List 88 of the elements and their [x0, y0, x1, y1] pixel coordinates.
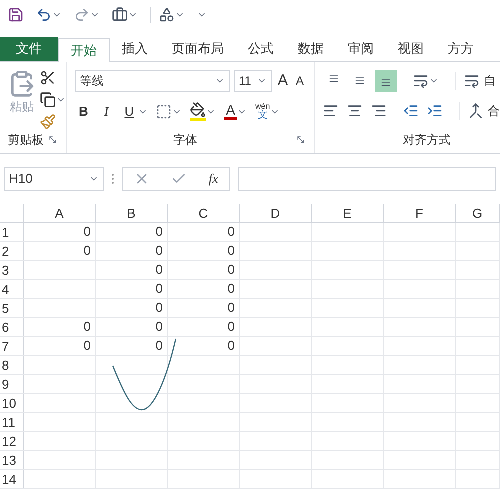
table-cell: 0: [156, 338, 163, 353]
table-cell: 0: [156, 224, 163, 239]
group-label: 字体: [174, 132, 198, 149]
group-label: 剪贴板: [8, 132, 44, 149]
scissors-icon[interactable]: [40, 70, 56, 86]
decrease-indent-icon[interactable]: [403, 103, 420, 119]
table-cell: 0: [228, 300, 235, 315]
orientation-icon[interactable]: [413, 73, 430, 89]
column-header[interactable]: B: [96, 204, 168, 222]
increase-indent-icon[interactable]: [427, 103, 444, 119]
row-header[interactable]: 6: [0, 318, 24, 336]
shapes-icon[interactable]: [159, 7, 175, 23]
grow-font-button[interactable]: A: [276, 70, 290, 92]
table-cell: 0: [228, 262, 235, 277]
table-cell: 0: [156, 300, 163, 315]
row-header[interactable]: 14: [0, 470, 24, 488]
vertical-align-button[interactable]: [375, 70, 398, 92]
wrap-text-label[interactable]: 自: [484, 72, 496, 90]
row-header[interactable]: 11: [0, 413, 24, 431]
dialog-launcher-icon[interactable]: [48, 135, 58, 145]
ribbon-tab[interactable]: 开始: [58, 38, 110, 62]
row-header[interactable]: 13: [0, 451, 24, 469]
font-name-field[interactable]: 等线: [75, 70, 230, 92]
underline-button[interactable]: U: [120, 102, 138, 122]
fill-color-icon[interactable]: [190, 102, 206, 118]
insert-function-button[interactable]: fx: [208, 169, 218, 189]
column-header[interactable]: E: [312, 204, 384, 222]
table-cell: 0: [156, 319, 163, 334]
undo-icon[interactable]: [36, 7, 52, 23]
column-header[interactable]: G: [456, 204, 500, 222]
ribbon-tab[interactable]: 视图: [386, 37, 436, 61]
row-header[interactable]: 2: [0, 242, 24, 260]
row-header[interactable]: 1: [0, 223, 24, 241]
align-right-icon[interactable]: [371, 103, 388, 119]
table-cell: 0: [228, 243, 235, 258]
redo-icon[interactable]: [74, 7, 90, 23]
column-header[interactable]: A: [24, 204, 96, 222]
column-header[interactable]: C: [168, 204, 240, 222]
ribbon-tab[interactable]: 页面布局: [160, 37, 236, 61]
table-cell: 0: [84, 224, 91, 239]
save-icon[interactable]: [8, 7, 24, 23]
paintbrush-icon[interactable]: [40, 114, 56, 130]
row-header[interactable]: 3: [0, 261, 24, 279]
table-cell: 0: [156, 243, 163, 258]
phonetic-label[interactable]: wén: [255, 102, 270, 110]
formula-input[interactable]: [238, 167, 496, 191]
group-label: 对齐方式: [402, 132, 452, 149]
row-header[interactable]: 4: [0, 280, 24, 298]
shrink-font-button[interactable]: A: [294, 72, 306, 90]
table-cell: 0: [84, 243, 91, 258]
ribbon-tab[interactable]: 文件: [0, 37, 58, 61]
ribbon-tab[interactable]: 方方: [436, 37, 486, 61]
row-header[interactable]: 10: [0, 394, 24, 412]
row-header[interactable]: 8: [0, 356, 24, 374]
italic-button[interactable]: I: [100, 102, 113, 122]
ribbon-tab[interactable]: 数据: [286, 37, 336, 61]
align-center-icon[interactable]: [347, 103, 364, 119]
row-header[interactable]: 7: [0, 337, 24, 355]
table-cell: 0: [228, 224, 235, 239]
briefcase-icon[interactable]: [112, 7, 128, 23]
copy-icon[interactable]: [40, 92, 56, 108]
border-icon[interactable]: [156, 104, 172, 120]
table-cell: 0: [228, 281, 235, 296]
row-header[interactable]: 9: [0, 375, 24, 393]
dialog-launcher-icon[interactable]: [296, 135, 306, 145]
table-cell: 0: [156, 281, 163, 296]
wrap-text-icon[interactable]: [464, 73, 480, 89]
name-box[interactable]: H10: [4, 167, 104, 191]
table-cell: 0: [228, 319, 235, 334]
bold-button[interactable]: B: [75, 102, 92, 122]
table-cell: 0: [156, 262, 163, 277]
row-header[interactable]: 12: [0, 432, 24, 450]
table-cell: 0: [84, 338, 91, 353]
column-header[interactable]: F: [384, 204, 456, 222]
phonetic-character[interactable]: 文: [258, 110, 268, 120]
column-header[interactable]: D: [240, 204, 312, 222]
merge-label[interactable]: 合: [488, 102, 500, 120]
table-cell: 0: [84, 319, 91, 334]
table-cell: 0: [228, 338, 235, 353]
font-color-button[interactable]: A: [224, 103, 238, 120]
fill-color-bar: [190, 118, 206, 121]
ribbon-tab[interactable]: 审阅: [336, 37, 386, 61]
ribbon-tab[interactable]: 公式: [236, 37, 286, 61]
merge-icon[interactable]: [468, 103, 484, 119]
row-header[interactable]: 5: [0, 299, 24, 317]
font-size-field[interactable]: 11: [234, 70, 272, 92]
align-left-icon[interactable]: [323, 103, 340, 119]
ribbon-tab[interactable]: 插入: [110, 37, 160, 61]
